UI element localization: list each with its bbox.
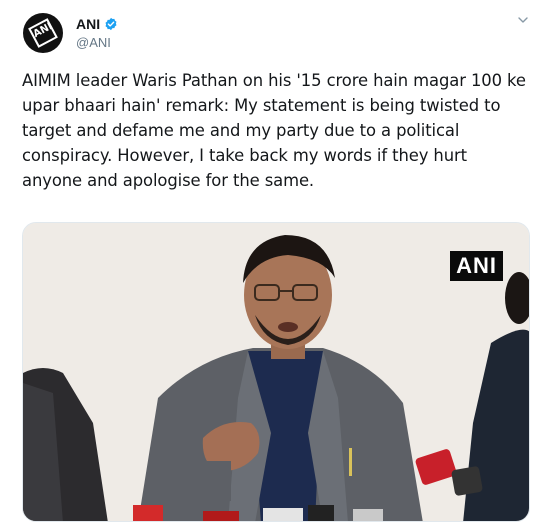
tweet-text: AIMIM leader Waris Pathan on his '15 cro… xyxy=(22,71,526,190)
tweet-card: ANI ANI @ANI AIMIM leader Waris Pathan o… xyxy=(0,0,544,522)
tweet-photo[interactable]: ANI xyxy=(22,222,530,522)
author-handle[interactable]: @ANI xyxy=(76,35,111,50)
verified-badge-icon xyxy=(105,17,117,31)
avatar[interactable]: ANI xyxy=(23,13,63,53)
author-display-name[interactable]: ANI xyxy=(76,16,100,32)
author-name-row[interactable]: ANI xyxy=(76,15,118,33)
chevron-down-icon[interactable] xyxy=(517,14,529,26)
media-watermark: ANI xyxy=(450,251,503,281)
